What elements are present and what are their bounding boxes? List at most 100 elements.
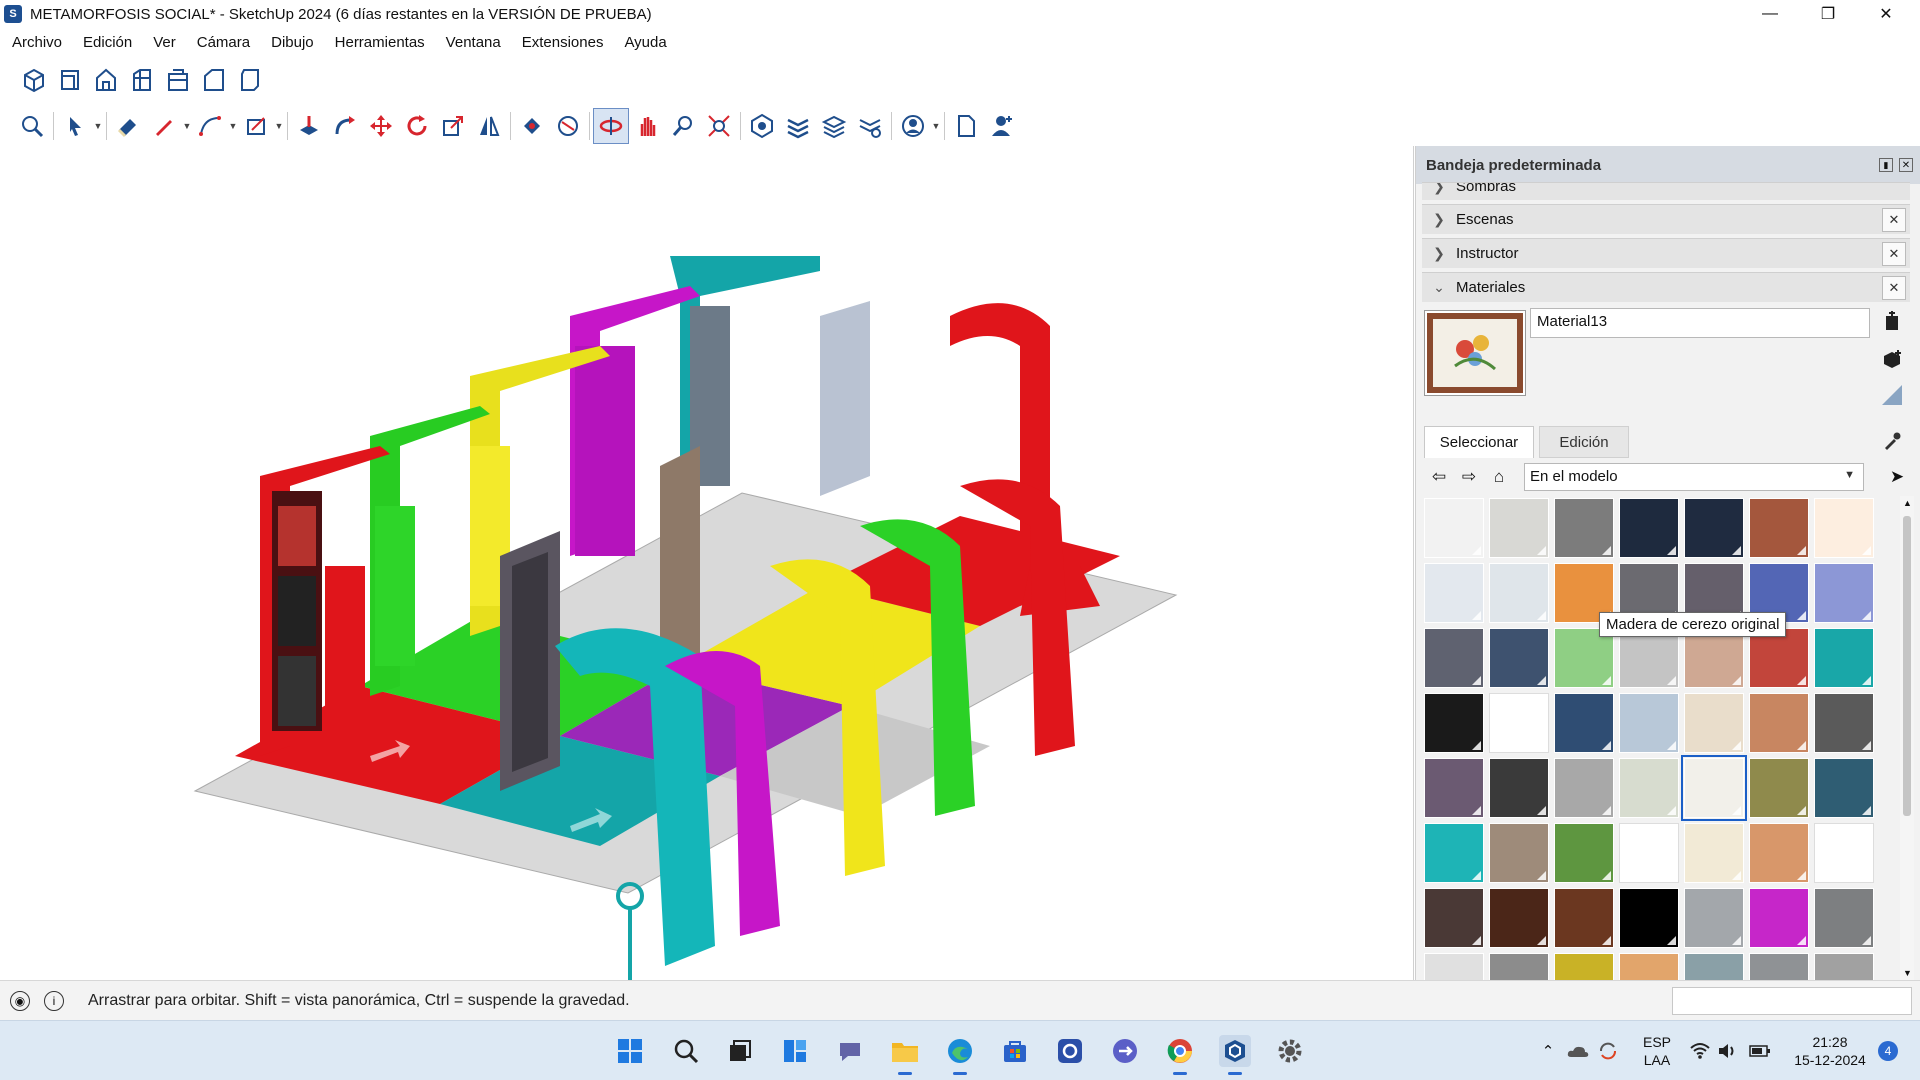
orbit-section-icon[interactable]: [550, 108, 586, 144]
layers-manager-icon[interactable]: [816, 108, 852, 144]
close-button[interactable]: ✕: [1857, 0, 1915, 28]
menu-ver[interactable]: Ver: [141, 34, 185, 51]
select-dropdown-icon[interactable]: ▼: [93, 108, 103, 144]
settings-icon[interactable]: [1274, 1035, 1306, 1067]
material-swatch[interactable]: [1814, 953, 1874, 980]
material-swatch[interactable]: [1424, 498, 1484, 558]
battery-icon[interactable]: [1748, 1035, 1772, 1067]
menu-edicion[interactable]: Edición: [71, 34, 141, 51]
menu-ayuda[interactable]: Ayuda: [612, 34, 675, 51]
right-view-icon[interactable]: [124, 62, 160, 98]
material-swatch[interactable]: [1681, 755, 1747, 821]
task-view-icon[interactable]: [724, 1035, 756, 1067]
arc-dropdown-icon[interactable]: ▼: [228, 108, 238, 144]
layers-icon[interactable]: [780, 108, 816, 144]
warehouse-icon[interactable]: [744, 108, 780, 144]
pin-icon[interactable]: ▮: [1879, 158, 1893, 172]
material-stack-icon[interactable]: [1879, 346, 1905, 372]
volume-icon[interactable]: [1716, 1035, 1740, 1067]
store-icon[interactable]: [999, 1035, 1031, 1067]
material-swatch[interactable]: [1554, 693, 1614, 753]
menu-camara[interactable]: Cámara: [185, 34, 259, 51]
user-account-icon[interactable]: [895, 108, 931, 144]
account-dropdown-icon[interactable]: ▼: [931, 108, 941, 144]
material-swatch[interactable]: [1814, 693, 1874, 753]
close-icon[interactable]: ✕: [1882, 276, 1906, 300]
material-swatch[interactable]: [1489, 823, 1549, 883]
measurements-box[interactable]: [1672, 987, 1912, 1015]
select-icon[interactable]: [57, 108, 93, 144]
file-explorer-icon[interactable]: [889, 1035, 921, 1075]
menu-dibujo[interactable]: Dibujo: [259, 34, 323, 51]
material-swatch[interactable]: [1814, 823, 1874, 883]
material-swatch[interactable]: [1554, 498, 1614, 558]
person-icon[interactable]: [984, 108, 1020, 144]
push-pull-icon[interactable]: [291, 108, 327, 144]
material-swatch[interactable]: [1684, 693, 1744, 753]
left-view-icon[interactable]: [196, 62, 232, 98]
eyedropper-icon[interactable]: [1879, 428, 1905, 454]
material-swatch[interactable]: [1554, 628, 1614, 688]
drawing-area[interactable]: [0, 146, 1414, 986]
front-view-icon[interactable]: [88, 62, 124, 98]
flip-icon[interactable]: [471, 108, 507, 144]
scroll-down-icon[interactable]: ▼: [1903, 968, 1912, 978]
panel-sombras[interactable]: ❯ Sombras: [1422, 182, 1910, 200]
material-swatch[interactable]: [1749, 693, 1809, 753]
onedrive-icon[interactable]: [1566, 1035, 1590, 1067]
chrome-icon[interactable]: [1164, 1035, 1196, 1075]
material-swatch[interactable]: [1489, 563, 1549, 623]
menu-herramientas[interactable]: Herramientas: [323, 34, 434, 51]
material-swatch[interactable]: [1619, 628, 1679, 688]
notification-badge[interactable]: 4: [1878, 1041, 1898, 1061]
edge-icon[interactable]: [944, 1035, 976, 1075]
shape-dropdown-icon[interactable]: ▼: [274, 108, 284, 144]
teams-chat-icon[interactable]: [834, 1035, 866, 1067]
material-name-field[interactable]: Material13: [1530, 308, 1870, 338]
orbit-icon[interactable]: [593, 108, 629, 144]
new-document-icon[interactable]: [948, 108, 984, 144]
display-secondary-icon[interactable]: [1879, 382, 1905, 408]
zoom-window-icon[interactable]: [665, 108, 701, 144]
material-swatch[interactable]: [1489, 498, 1549, 558]
close-icon[interactable]: ✕: [1882, 208, 1906, 232]
material-swatch[interactable]: [1489, 758, 1549, 818]
material-swatch[interactable]: [1749, 498, 1809, 558]
panel-instructor[interactable]: ❯ Instructor ✕: [1422, 238, 1910, 268]
restore-button[interactable]: ❐: [1799, 0, 1857, 28]
material-swatch[interactable]: [1814, 563, 1874, 623]
material-swatch[interactable]: [1684, 823, 1744, 883]
minimize-button[interactable]: —: [1741, 0, 1799, 28]
remote-icon[interactable]: [1109, 1035, 1141, 1067]
material-swatch[interactable]: [1424, 953, 1484, 980]
rotate-icon[interactable]: [399, 108, 435, 144]
tab-edicion[interactable]: Edición: [1539, 426, 1629, 458]
tab-seleccionar[interactable]: Seleccionar: [1424, 426, 1534, 458]
material-swatch[interactable]: [1489, 693, 1549, 753]
details-arrow-icon[interactable]: ➤: [1882, 462, 1912, 492]
material-swatch[interactable]: [1424, 888, 1484, 948]
material-swatch[interactable]: [1684, 498, 1744, 558]
zoom-extents-icon[interactable]: [701, 108, 737, 144]
input-language[interactable]: ESP LAA: [1642, 1033, 1672, 1069]
windows-start-icon[interactable]: [614, 1035, 646, 1067]
material-swatch[interactable]: [1424, 758, 1484, 818]
material-swatch[interactable]: [1619, 693, 1679, 753]
material-swatch[interactable]: [1749, 628, 1809, 688]
material-swatch[interactable]: [1619, 823, 1679, 883]
scale-icon[interactable]: [435, 108, 471, 144]
zoom-icon[interactable]: [14, 108, 50, 144]
material-swatch[interactable]: [1814, 758, 1874, 818]
material-swatch[interactable]: [1424, 693, 1484, 753]
material-swatch[interactable]: [1684, 888, 1744, 948]
material-swatch[interactable]: [1424, 563, 1484, 623]
swatch-scrollbar[interactable]: ▲ ▼: [1900, 496, 1914, 980]
material-swatch[interactable]: [1554, 888, 1614, 948]
material-swatch[interactable]: [1619, 953, 1679, 980]
material-swatch[interactable]: [1554, 823, 1614, 883]
tray-close-icon[interactable]: ✕: [1899, 158, 1913, 172]
rectangle-icon[interactable]: [238, 108, 274, 144]
search-icon[interactable]: [670, 1035, 702, 1067]
panel-escenas[interactable]: ❯ Escenas ✕: [1422, 204, 1910, 234]
panel-materiales[interactable]: ⌄ Materiales ✕: [1422, 272, 1910, 302]
